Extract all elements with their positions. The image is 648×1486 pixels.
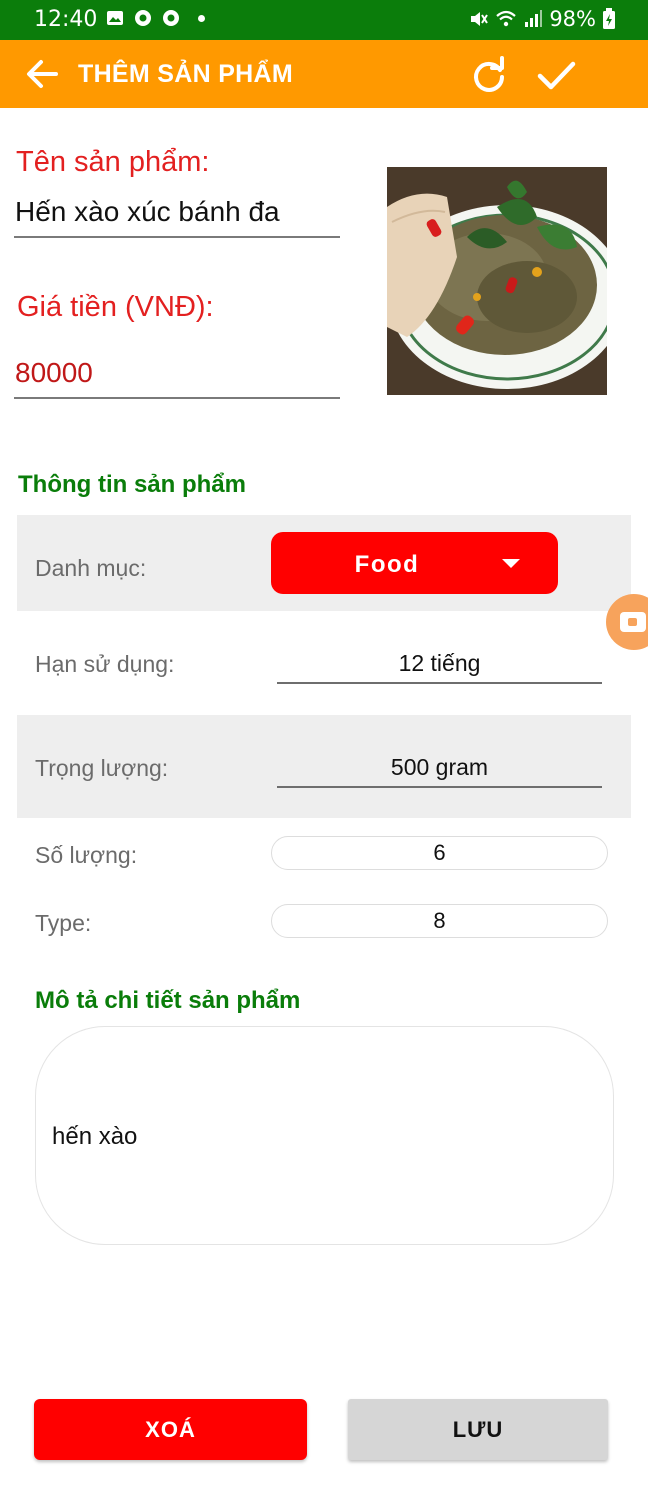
battery-percent: 98% xyxy=(549,7,596,31)
back-arrow-icon[interactable] xyxy=(22,54,62,94)
price-input[interactable]: 80000 xyxy=(15,357,93,389)
signal-icon xyxy=(525,10,543,27)
status-right: 98% xyxy=(469,7,616,31)
refresh-icon[interactable] xyxy=(468,54,510,96)
expiry-label: Hạn sử dụng: xyxy=(35,651,175,677)
product-name-input[interactable]: Hến xào xúc bánh đa xyxy=(15,196,280,228)
chrome-icon xyxy=(163,10,179,26)
category-selected-value: Food xyxy=(354,551,420,578)
price-underline xyxy=(14,397,340,399)
status-bar: 12:40 98% xyxy=(0,0,648,40)
expiry-input[interactable]: 12 tiếng xyxy=(277,650,602,677)
weight-label: Trọng lượng: xyxy=(35,755,169,781)
product-info-title: Thông tin sản phẩm xyxy=(18,471,246,498)
confirm-check-icon[interactable] xyxy=(534,54,578,96)
video-camera-icon xyxy=(620,612,646,632)
weight-underline xyxy=(277,786,602,788)
battery-icon xyxy=(603,8,615,29)
product-image[interactable] xyxy=(387,167,607,395)
save-button[interactable]: LƯU xyxy=(348,1399,608,1460)
wifi-icon xyxy=(496,10,517,27)
type-value: 8 xyxy=(433,908,446,933)
product-name-underline xyxy=(14,236,340,238)
quantity-label: Số lượng: xyxy=(35,842,138,868)
page-title: THÊM SẢN PHẨM xyxy=(78,60,294,88)
app-bar: THÊM SẢN PHẨM xyxy=(0,40,648,108)
type-input[interactable]: 8 xyxy=(271,904,608,938)
mute-icon xyxy=(471,12,489,26)
quantity-input[interactable]: 6 xyxy=(271,836,608,870)
type-label: Type: xyxy=(35,910,92,936)
price-label: Giá tiền (VNĐ): xyxy=(17,291,214,323)
floating-video-bubble[interactable] xyxy=(606,594,648,650)
description-textarea[interactable]: hến xào xyxy=(35,1026,614,1245)
gallery-icon xyxy=(107,11,123,25)
dish-photo xyxy=(387,167,607,395)
category-label: Danh mục: xyxy=(35,555,147,581)
caret-down-icon xyxy=(502,559,520,568)
weight-input[interactable]: 500 gram xyxy=(277,754,602,781)
category-dropdown[interactable]: Food xyxy=(271,532,558,594)
quantity-value: 6 xyxy=(433,840,446,865)
notification-icons xyxy=(106,9,205,27)
chrome-icon xyxy=(135,10,151,26)
status-time: 12:40 xyxy=(34,7,98,32)
description-title: Mô tả chi tiết sản phẩm xyxy=(35,987,301,1014)
delete-button[interactable]: XOÁ xyxy=(34,1399,307,1460)
description-value: hến xào xyxy=(52,1123,138,1150)
more-notifications-icon xyxy=(198,14,205,22)
expiry-underline xyxy=(277,682,602,684)
product-name-label: Tên sản phẩm: xyxy=(16,146,210,178)
